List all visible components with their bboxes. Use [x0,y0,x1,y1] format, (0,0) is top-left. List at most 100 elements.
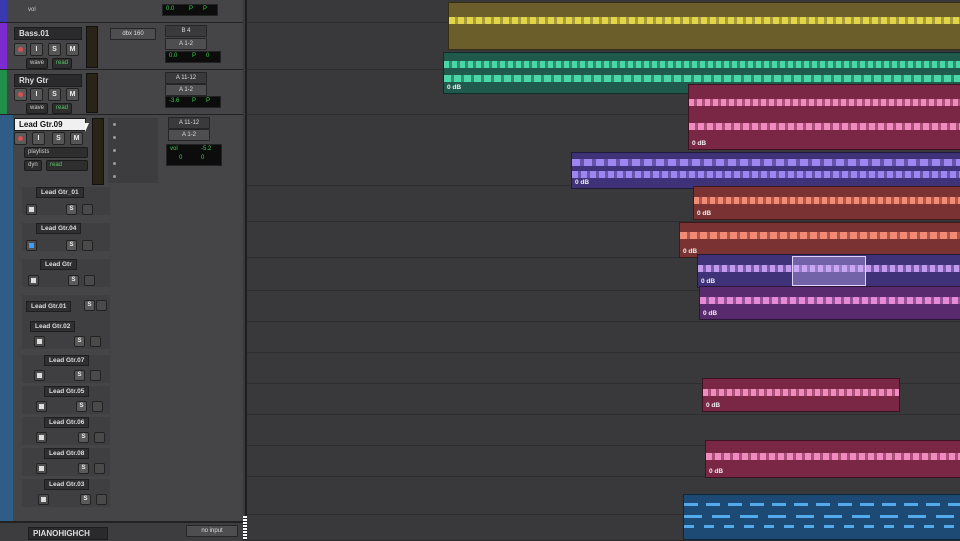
dyn-button[interactable]: dyn [24,160,42,171]
send-slot[interactable] [113,149,116,152]
send-slot[interactable] [113,175,116,178]
input-monitor-button[interactable]: I [32,132,45,145]
playlist-lane[interactable]: Lead Gtr.07 S [22,355,110,383]
record-button[interactable] [14,43,27,56]
lane-solo-button[interactable]: S [78,432,89,443]
automation-mode[interactable]: read [52,103,73,114]
lane-promote-button[interactable] [84,275,95,286]
send-slot[interactable] [113,162,116,165]
selected-region[interactable] [792,256,866,286]
input-monitor-button[interactable]: I [30,43,43,56]
lane-promote-button[interactable] [94,463,105,474]
playlist-lane[interactable]: Lead Gtr.03 S [22,479,110,507]
mute-button[interactable]: M [66,88,79,101]
lane-name[interactable]: Lead Gtr.06 [44,417,90,428]
track-name[interactable]: Bass.01 [14,27,82,40]
send-slot[interactable] [113,136,116,139]
audio-clip-lane-7[interactable]: 0 dB [705,440,960,478]
lane-play-button[interactable] [36,401,47,412]
volume-display[interactable]: 0.0 P 0 [165,51,221,63]
playlist-lane[interactable]: Lead Gtr S [22,259,110,287]
playlist-lane[interactable]: Lead Gtr.01 S [22,295,110,323]
lane-promote-button[interactable] [82,240,93,251]
input-selector[interactable]: A 11-12 [165,72,207,84]
lane-name[interactable]: Lead Gtr.03 [44,479,90,490]
lane-play-button[interactable] [34,336,45,347]
lane-name[interactable]: Lead Gtr.04 [36,223,82,234]
lane-solo-button[interactable]: S [74,370,85,381]
volume-display[interactable]: vol -5.2 0 0 [166,144,222,166]
lane-name[interactable]: Lead Gtr.05 [44,386,90,397]
record-button[interactable] [14,88,27,101]
insert-slot[interactable]: dbx 160 [110,28,156,40]
view-selector[interactable]: playlists [24,147,88,158]
track-rhy-gtr[interactable]: Rhy Gtr I S M wave read A 11-12 A 1-2 -3… [0,70,243,115]
solo-button[interactable]: S [48,88,61,101]
audio-clip-lane-6[interactable]: 0 dB [702,378,900,412]
playlist-lane[interactable]: Lead Gtr.04 S [22,223,110,251]
lane-name[interactable]: Lead Gtr.01 [26,301,72,312]
playlist-lane[interactable]: Lead Gtr.02 S [22,321,110,349]
output-selector[interactable]: A 1-2 [168,129,210,141]
mute-button[interactable]: M [66,43,79,56]
automation-mode[interactable]: read [46,160,88,171]
lane-play-button[interactable] [26,204,37,215]
audio-clip-lane-4[interactable]: 0 dB [697,254,960,288]
playlist-lane[interactable]: Lead Gtr.08 S [22,448,110,476]
volume-display[interactable]: 0.0 P P [162,4,218,16]
lane-name[interactable]: Lead Gtr.02 [30,321,76,332]
lane-name[interactable]: Lead Gtr_01 [36,187,84,198]
volume-display[interactable]: -3.6 P P [165,96,221,108]
track-name[interactable]: Lead Gtr.09 [14,118,86,131]
lane-name[interactable]: Lead Gtr.08 [44,448,90,459]
audio-clip-lane-3[interactable]: 0 dB [679,222,960,258]
track-name[interactable]: PIANOHIGHCH [28,527,108,540]
lane-solo-button[interactable]: S [76,401,87,412]
lane-solo-button[interactable]: S [84,300,95,311]
audio-clip-bass[interactable] [448,2,960,50]
output-selector[interactable]: A 1-2 [165,84,207,96]
lane-play-button[interactable] [34,370,45,381]
edit-timeline[interactable]: 0 dB 0 dB 0 dB 0 dB 0 dB 0 dB 0 dB 0 dB … [247,0,960,540]
lane-solo-button[interactable]: S [74,336,85,347]
lane-play-button[interactable] [26,240,37,251]
midi-clip-piano[interactable] [683,494,960,540]
solo-button[interactable]: S [52,132,65,145]
view-selector[interactable]: wave [26,103,49,114]
view-selector[interactable]: wave [26,58,49,69]
lane-solo-button[interactable]: S [80,494,91,505]
record-button[interactable] [14,132,27,145]
input-monitor-button[interactable]: I [30,88,43,101]
track-piano-high[interactable]: PIANOHIGHCH no input [0,522,243,541]
mute-button[interactable]: M [70,132,83,145]
output-selector[interactable]: A 1-2 [165,38,207,50]
lane-promote-button[interactable] [96,494,107,505]
lane-promote-button[interactable] [90,336,101,347]
lane-promote-button[interactable] [82,204,93,215]
lane-promote-button[interactable] [90,370,101,381]
audio-clip-lane-5[interactable]: 0 dB [699,286,960,320]
lane-solo-button[interactable]: S [78,463,89,474]
lane-play-button[interactable] [28,275,39,286]
playlist-lane[interactable]: Lead Gtr.05 S [22,386,110,414]
input-selector[interactable]: A 11-12 [168,117,210,129]
lane-name[interactable]: Lead Gtr [40,259,77,270]
input-selector[interactable]: B 4 [165,25,207,37]
track-bass[interactable]: Bass.01 I S M wave read dbx 160 B 4 A 1-… [0,23,243,70]
audio-clip-lane-2[interactable]: 0 dB [693,186,960,220]
lane-solo-button[interactable]: S [66,204,77,215]
lane-promote-button[interactable] [92,401,103,412]
lane-play-button[interactable] [36,463,47,474]
lane-play-button[interactable] [38,494,49,505]
lane-promote-button[interactable] [94,432,105,443]
lane-name[interactable]: Lead Gtr.07 [44,355,90,366]
solo-button[interactable]: S [48,43,61,56]
lane-promote-button[interactable] [96,300,107,311]
lane-solo-button[interactable]: S [68,275,79,286]
send-slot[interactable] [113,123,116,126]
track-lead-gtr[interactable]: Lead Gtr.09 I S M playlists dyn read A 1… [0,115,243,522]
audio-clip-lead[interactable]: 0 dB [688,84,960,150]
automation-mode[interactable]: read [52,58,73,69]
lane-play-button[interactable] [36,432,47,443]
track-name[interactable]: Rhy Gtr [14,74,82,87]
